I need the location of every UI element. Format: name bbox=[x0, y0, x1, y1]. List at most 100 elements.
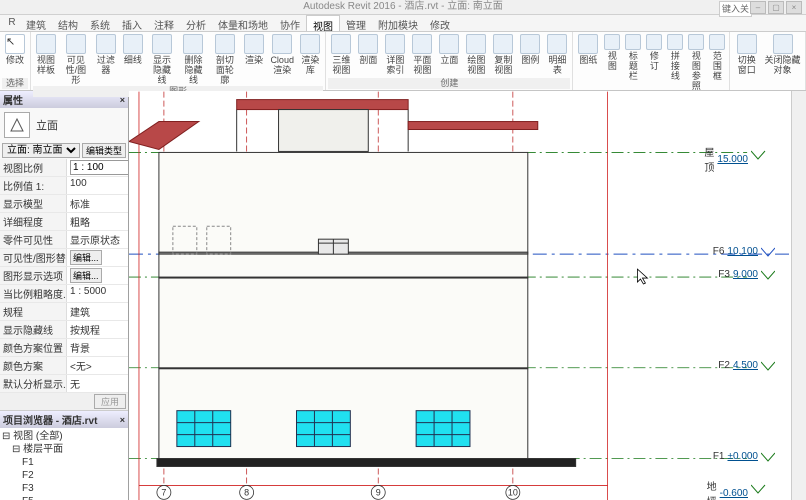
prop-row[interactable]: 默认分析显示...无 bbox=[0, 375, 128, 393]
min-button[interactable]: – bbox=[750, 1, 766, 14]
prop-value[interactable]: 标准 bbox=[67, 195, 128, 212]
view-ref-button[interactable]: 视图参照 bbox=[686, 33, 706, 92]
edit-type-button[interactable]: 编辑类型 bbox=[82, 143, 126, 158]
prop-row[interactable]: 当比例粗略度...1 : 5000 bbox=[0, 285, 128, 303]
elevation-button[interactable]: 立面 bbox=[436, 33, 462, 78]
level-marker[interactable]: 地坪 -0.600 bbox=[707, 478, 775, 500]
prop-value[interactable]: 编辑... bbox=[67, 249, 128, 266]
drawing-canvas[interactable]: 78910 屋顶 15.000F6 10.100F3 9.000F2 4.500… bbox=[129, 91, 791, 500]
tab-annot[interactable]: 注释 bbox=[148, 15, 180, 31]
tab-addins[interactable]: 附加模块 bbox=[372, 15, 424, 31]
tree-node[interactable]: F3 bbox=[2, 482, 126, 495]
close-button[interactable]: × bbox=[786, 1, 802, 14]
tab-analyze[interactable]: 分析 bbox=[180, 15, 212, 31]
prop-key: 详细程度 bbox=[0, 213, 67, 230]
tree-node[interactable]: ⊟ 视图 (全部) bbox=[2, 430, 126, 443]
prop-value[interactable]: 1 : 5000 bbox=[67, 285, 128, 302]
switch-windows-button[interactable]: 切换窗口 bbox=[732, 33, 761, 89]
prop-input[interactable] bbox=[70, 160, 128, 175]
prop-value[interactable] bbox=[67, 159, 128, 176]
cut-profile-button[interactable]: 剖切面轮廓 bbox=[210, 33, 240, 86]
prop-edit-button[interactable]: 编辑... bbox=[70, 268, 102, 283]
tree-node[interactable]: ⊟ 楼层平面 bbox=[2, 443, 126, 456]
matchline-button[interactable]: 拼接线 bbox=[665, 33, 685, 92]
render-gallery-button[interactable]: 渲染库 bbox=[297, 33, 323, 86]
level-marker[interactable]: F1 ±0.000 bbox=[713, 451, 775, 462]
prop-value[interactable]: 显示原状态 bbox=[67, 231, 128, 248]
prop-value[interactable]: 编辑... bbox=[67, 267, 128, 284]
prop-value[interactable]: 按规程 bbox=[67, 321, 128, 338]
apply-button[interactable]: 应用 bbox=[94, 394, 126, 409]
tab-modify[interactable]: 修改 bbox=[424, 15, 456, 31]
level-marker[interactable]: F2 4.500 bbox=[718, 360, 775, 371]
show-hidden-button[interactable]: 显示隐藏线 bbox=[147, 33, 177, 86]
tree-node[interactable]: F2 bbox=[2, 469, 126, 482]
render-cloud-button[interactable]: Cloud渲染 bbox=[268, 33, 296, 86]
drafting-icon bbox=[466, 34, 486, 54]
level-marker[interactable]: F3 9.000 bbox=[718, 269, 775, 280]
modify-button[interactable]: ↖修改 bbox=[2, 33, 28, 78]
prop-value[interactable]: 建筑 bbox=[67, 303, 128, 320]
max-button[interactable]: ▢ bbox=[768, 1, 784, 14]
browser-header[interactable]: 项目浏览器 - 酒店.rvt× bbox=[0, 411, 128, 428]
prop-row[interactable]: 颜色方案位置背景 bbox=[0, 339, 128, 357]
prop-row[interactable]: 显示模型标准 bbox=[0, 195, 128, 213]
tab-sys[interactable]: 系统 bbox=[84, 15, 116, 31]
prop-row[interactable]: 颜色方案<无> bbox=[0, 357, 128, 375]
place-view-button[interactable]: 视图 bbox=[602, 33, 622, 92]
callout-icon bbox=[385, 34, 405, 54]
view-select[interactable]: 立面: 南立面 bbox=[2, 143, 80, 158]
legends-button[interactable]: 图例 bbox=[517, 33, 543, 78]
level-marker[interactable]: F6 10.100 bbox=[713, 246, 775, 257]
tab-collab[interactable]: 协作 bbox=[274, 15, 306, 31]
visibility-button[interactable]: 可见性/图形 bbox=[60, 33, 92, 86]
view-template-button[interactable]: 视图样板 bbox=[33, 33, 59, 86]
prop-value[interactable]: 粗略 bbox=[67, 213, 128, 230]
thin-lines-button[interactable]: 细线 bbox=[120, 33, 146, 86]
app-menu[interactable]: R bbox=[4, 15, 20, 31]
prop-row[interactable]: 显示隐藏线按规程 bbox=[0, 321, 128, 339]
prop-value[interactable]: 无 bbox=[67, 375, 128, 392]
vertical-scrollbar[interactable] bbox=[791, 91, 806, 500]
duplicate-button[interactable]: 复制视图 bbox=[490, 33, 516, 78]
tab-struct[interactable]: 结构 bbox=[52, 15, 84, 31]
schedules-button[interactable]: 明细表 bbox=[544, 33, 570, 78]
plan-views-button[interactable]: 平面视图 bbox=[409, 33, 435, 78]
plan-icon bbox=[412, 34, 432, 54]
prop-row[interactable]: 比例值 1:100 bbox=[0, 177, 128, 195]
search-hint[interactable]: 键入关 bbox=[719, 1, 752, 17]
prop-row[interactable]: 视图比例 bbox=[0, 159, 128, 177]
prop-row[interactable]: 详细程度粗略 bbox=[0, 213, 128, 231]
prop-row[interactable]: 规程建筑 bbox=[0, 303, 128, 321]
level-marker[interactable]: 屋顶 15.000 bbox=[704, 144, 775, 174]
panel-close-icon[interactable]: × bbox=[120, 415, 125, 425]
prop-value[interactable]: 背景 bbox=[67, 339, 128, 356]
tab-arch[interactable]: 建筑 bbox=[20, 15, 52, 31]
tab-view[interactable]: 视图 bbox=[306, 15, 340, 31]
prop-edit-button[interactable]: 编辑... bbox=[70, 250, 102, 265]
prop-value[interactable]: <无> bbox=[67, 357, 128, 374]
render-button[interactable]: 渲染 bbox=[241, 33, 267, 86]
prop-row[interactable]: 可见性/图形替换编辑... bbox=[0, 249, 128, 267]
scope-box-button[interactable]: 范围框 bbox=[707, 33, 727, 92]
remove-hidden-button[interactable]: 删除隐藏线 bbox=[178, 33, 208, 86]
close-hidden-button[interactable]: 关闭隐藏对象 bbox=[762, 33, 803, 89]
filters-button[interactable]: 过滤器 bbox=[93, 33, 119, 86]
tree-node[interactable]: F1 bbox=[2, 456, 126, 469]
type-selector[interactable]: 立面 bbox=[0, 108, 128, 142]
prop-row[interactable]: 零件可见性显示原状态 bbox=[0, 231, 128, 249]
3d-view-button[interactable]: 三维视图 bbox=[328, 33, 354, 78]
revisions-button[interactable]: 修订 bbox=[644, 33, 664, 92]
sheet-button[interactable]: 图纸 bbox=[575, 33, 601, 92]
prop-row[interactable]: 图形显示选项编辑... bbox=[0, 267, 128, 285]
callout-button[interactable]: 详图索引 bbox=[382, 33, 408, 78]
tree-node[interactable]: F5 bbox=[2, 495, 126, 500]
section-button[interactable]: 剖面 bbox=[355, 33, 381, 78]
tab-insert[interactable]: 插入 bbox=[116, 15, 148, 31]
browser-tree[interactable]: ⊟ 视图 (全部)⊟ 楼层平面F1F2F3F5F6地坪⊟ 三维视图{3D}{三维… bbox=[0, 428, 128, 500]
tab-manage[interactable]: 管理 bbox=[340, 15, 372, 31]
prop-value[interactable]: 100 bbox=[67, 177, 128, 194]
drafting-button[interactable]: 绘图视图 bbox=[463, 33, 489, 78]
title-block-button[interactable]: 标题栏 bbox=[623, 33, 643, 92]
tab-mass[interactable]: 体量和场地 bbox=[212, 15, 274, 31]
